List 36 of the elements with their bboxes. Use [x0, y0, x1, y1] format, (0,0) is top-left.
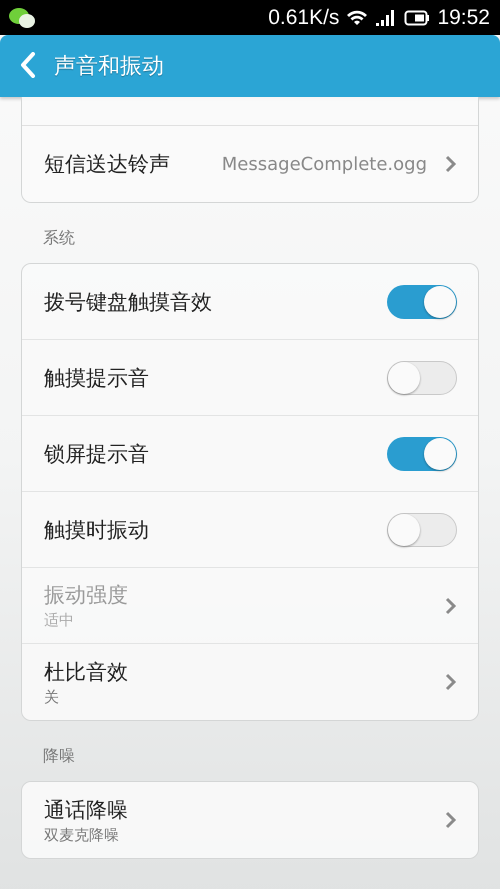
- settings-row[interactable]: 锁屏提示音: [22, 416, 478, 492]
- setting-summary: 双麦克降噪: [44, 826, 120, 844]
- setting-title: 短信送达铃声: [44, 151, 171, 178]
- setting-title: 拨号键盘触摸音效: [44, 288, 213, 316]
- setting-value: MessageComplete.ogg: [222, 154, 427, 174]
- settings-row[interactable]: 短信送达铃声 MessageComplete.ogg: [22, 126, 478, 202]
- section-header: 系统: [42, 227, 76, 249]
- chevron-icon: [445, 811, 456, 829]
- setting-summary: 关: [44, 688, 60, 706]
- page-title: 声音和振动: [54, 53, 164, 81]
- settings-row[interactable]: 拨号键盘触摸音效: [22, 264, 478, 340]
- chevron-icon: [445, 596, 456, 614]
- setting-title: 振动强度: [44, 582, 129, 609]
- settings-row[interactable]: 杜比音效 关: [22, 644, 478, 720]
- setting-title: 锁屏提示音: [44, 440, 150, 468]
- section-header: 降噪: [42, 745, 76, 767]
- setting-title: 触摸提示音: [44, 364, 150, 392]
- network-speed: 0.61K/s: [268, 6, 340, 30]
- chat-app-icon: [8, 6, 38, 30]
- toggle-switch[interactable]: [387, 436, 457, 470]
- chevron-icon: [445, 673, 456, 691]
- wifi-icon: [346, 8, 368, 26]
- clock-time: 19:52: [437, 6, 490, 30]
- battery-icon: [404, 8, 430, 26]
- setting-summary: 适中: [44, 611, 75, 630]
- settings-row[interactable]: 触摸时振动: [22, 492, 478, 568]
- toggle-switch[interactable]: [387, 360, 457, 394]
- setting-title: 通话降噪: [44, 796, 129, 824]
- back-button[interactable]: [20, 52, 36, 80]
- setting-title: 杜比音效: [44, 658, 129, 686]
- settings-row[interactable]: 触摸提示音: [22, 340, 478, 416]
- toggle-switch[interactable]: [387, 284, 457, 318]
- setting-title: 触摸时振动: [44, 516, 150, 544]
- settings-row[interactable]: 通话降噪 双麦克降噪: [22, 782, 478, 858]
- toggle-switch[interactable]: [387, 512, 457, 546]
- chevron-icon: [445, 155, 456, 173]
